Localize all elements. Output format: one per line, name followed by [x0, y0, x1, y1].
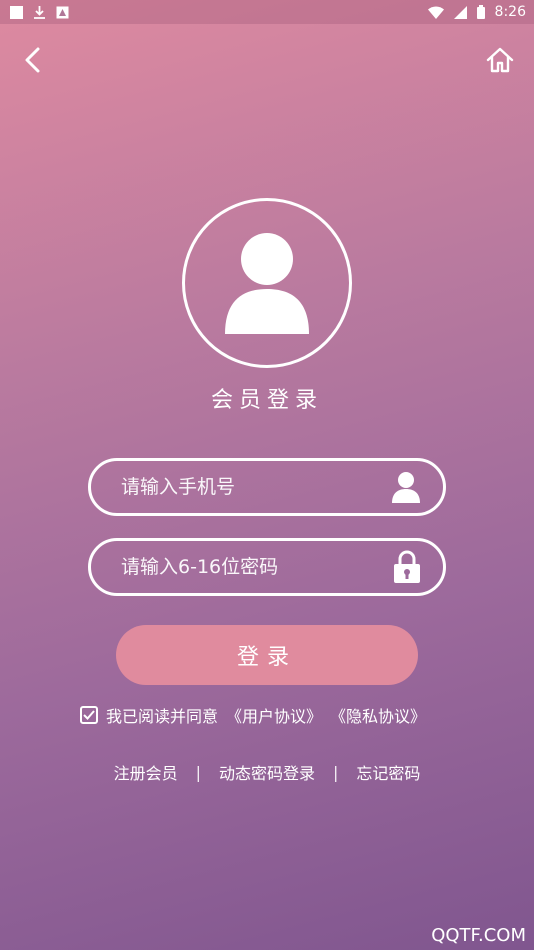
battery-icon — [476, 5, 485, 19]
download-icon — [34, 6, 45, 19]
user-agreement-link[interactable]: 《用户协议》 — [226, 703, 322, 727]
agreement-checkbox[interactable] — [80, 706, 98, 724]
user-avatar-icon — [225, 233, 309, 334]
agreement-text: 我已阅读并同意 — [106, 707, 219, 726]
phone-field[interactable] — [88, 458, 446, 516]
register-link[interactable]: 注册会员 — [114, 760, 178, 784]
agreement-row: 我已阅读并同意 《用户协议》 《隐私协议》 — [80, 703, 426, 727]
home-icon — [486, 47, 514, 73]
notification-square-icon — [10, 5, 23, 19]
home-button[interactable] — [484, 44, 516, 76]
link-separator: | — [195, 762, 201, 782]
status-bar: 8:26 — [0, 0, 534, 24]
password-field[interactable] — [88, 538, 446, 596]
privacy-agreement-link[interactable]: 《隐私协议》 — [330, 703, 426, 727]
dynamic-login-link[interactable]: 动态密码登录 — [219, 760, 315, 784]
footer-links: 注册会员 | 动态密码登录 | 忘记密码 — [0, 760, 534, 784]
back-button[interactable] — [18, 44, 50, 76]
link-separator: | — [333, 762, 339, 782]
user-icon — [392, 472, 420, 503]
back-chevron-icon — [25, 47, 40, 73]
page-title: 会员登录 — [210, 388, 323, 413]
signal-icon — [453, 5, 467, 19]
password-input[interactable] — [121, 556, 393, 578]
lock-icon — [394, 550, 420, 583]
avatar — [182, 198, 352, 368]
checkmark-icon — [83, 710, 95, 720]
watermark: QQTF.COM — [431, 925, 526, 946]
phone-input[interactable] — [121, 476, 391, 498]
wifi-icon — [427, 6, 444, 19]
login-button[interactable]: 登录 — [116, 625, 418, 685]
forgot-password-link[interactable]: 忘记密码 — [356, 760, 420, 784]
image-icon — [56, 6, 69, 18]
status-time: 8:26 — [494, 4, 526, 20]
